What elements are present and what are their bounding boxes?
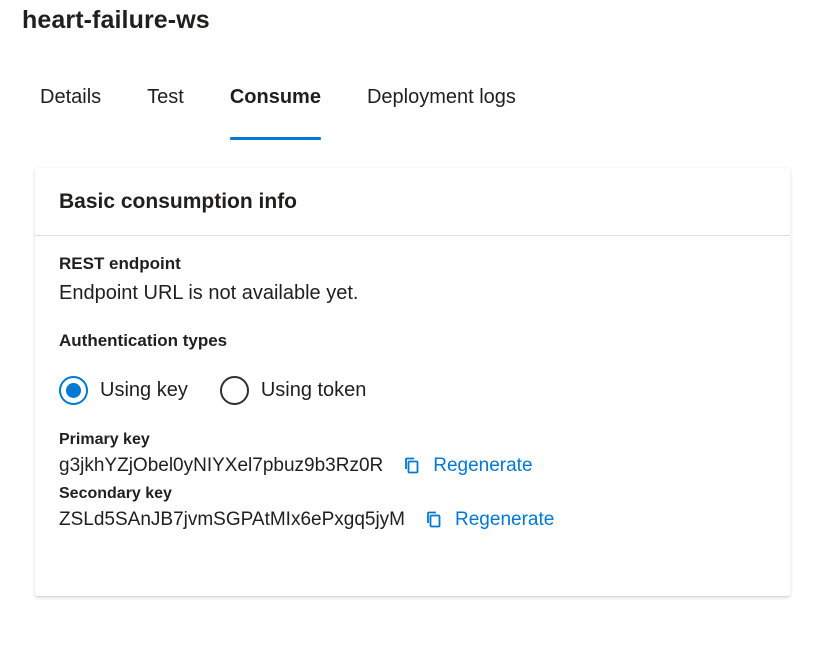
consumption-info-card: Basic consumption info REST endpoint End…	[35, 168, 790, 596]
primary-key-label: Primary key	[59, 431, 150, 448]
secondary-key-label: Secondary key	[59, 485, 172, 502]
card-body: REST endpoint Endpoint URL is not availa…	[35, 236, 790, 533]
secondary-key-row: ZSLd5SAnJB7jvmSGPAtMIx6ePxgq5jyM Regener…	[59, 507, 790, 533]
tab-test[interactable]: Test	[147, 86, 184, 140]
radio-checked-icon[interactable]	[59, 375, 88, 405]
tab-bar: Details Test Consume Deployment logs	[40, 86, 562, 140]
auth-types-label: Authentication types	[59, 331, 228, 350]
regenerate-secondary-key-link[interactable]: Regenerate	[455, 509, 554, 531]
page-title: heart-failure-ws	[22, 6, 210, 34]
radio-using-token[interactable]: Using token	[219, 375, 367, 405]
tab-consume[interactable]: Consume	[229, 86, 322, 140]
rest-endpoint-label: REST endpoint	[59, 254, 181, 273]
tab-deployment-logs[interactable]: Deployment logs	[367, 86, 516, 140]
radio-using-key-label: Using key	[100, 378, 188, 401]
card-title: Basic consumption info	[35, 168, 790, 236]
regenerate-primary-key-link[interactable]: Regenerate	[433, 455, 532, 477]
rest-endpoint-value: Endpoint URL is not available yet.	[59, 282, 359, 304]
copy-icon[interactable]	[423, 509, 445, 531]
radio-using-key[interactable]: Using key	[59, 375, 188, 405]
primary-key-row: g3jkhYZjObel0yNIYXel7pbuz9b3Rz0R Regener…	[59, 453, 790, 479]
secondary-key-value: ZSLd5SAnJB7jvmSGPAtMIx6ePxgq5jyM	[59, 509, 406, 530]
auth-type-radio-group: Using key Using token	[59, 373, 790, 407]
primary-key-value: g3jkhYZjObel0yNIYXel7pbuz9b3Rz0R	[59, 455, 384, 476]
copy-icon[interactable]	[401, 455, 423, 477]
tab-details[interactable]: Details	[40, 86, 101, 140]
radio-using-token-label: Using token	[260, 378, 367, 401]
radio-unchecked-icon[interactable]	[219, 375, 249, 405]
